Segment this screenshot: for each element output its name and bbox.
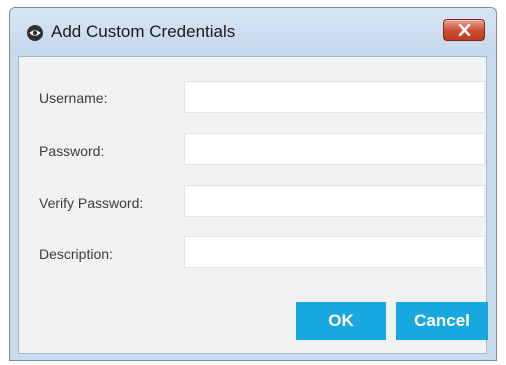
username-field[interactable] — [184, 81, 485, 113]
ok-button[interactable]: OK — [296, 302, 386, 340]
eye-icon — [27, 25, 43, 41]
username-label: Username: — [39, 90, 108, 106]
verify-password-field[interactable] — [184, 185, 485, 217]
description-label: Description: — [39, 246, 113, 262]
add-credentials-dialog: Add Custom Credentials Username: Passwor… — [9, 7, 497, 361]
password-label: Password: — [39, 143, 105, 159]
close-x-icon — [458, 24, 471, 36]
cancel-button[interactable]: Cancel — [396, 302, 488, 340]
dialog-titlebar: Add Custom Credentials — [10, 8, 496, 56]
dialog-title: Add Custom Credentials — [51, 22, 236, 41]
dialog-content: Username: Password: Verify Password: Des… — [18, 56, 488, 354]
password-field[interactable] — [184, 133, 485, 165]
description-field[interactable] — [184, 236, 485, 268]
verify-password-label: Verify Password: — [39, 195, 144, 211]
close-button[interactable] — [443, 19, 485, 41]
